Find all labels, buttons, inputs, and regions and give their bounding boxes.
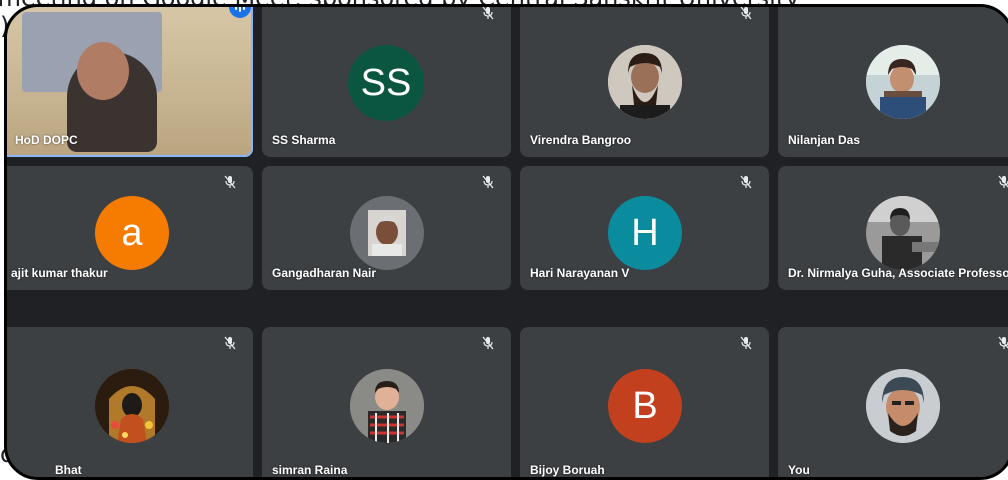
- avatar: [866, 196, 940, 270]
- participant-tile[interactable]: HoD DOPC: [7, 7, 253, 157]
- participant-tile[interactable]: B Bijoy Boruah: [520, 327, 769, 477]
- participant-name: Nilanjan Das: [788, 133, 861, 147]
- mic-off-icon: [739, 7, 753, 20]
- mic-off-icon: [739, 336, 753, 350]
- avatar: SS: [348, 45, 424, 121]
- avatar: [95, 369, 169, 443]
- participant-name: Hari Narayanan V: [530, 266, 630, 280]
- mic-off-icon: [739, 175, 753, 189]
- participant-tile[interactable]: H Hari Narayanan V: [520, 166, 769, 290]
- participant-name: Gangadharan Nair: [272, 266, 377, 280]
- mic-off-icon: [223, 175, 237, 189]
- participant-tile[interactable]: Nilanjan Das: [778, 7, 1008, 157]
- participant-name: Bijoy Boruah: [530, 463, 605, 477]
- participant-name: Virendra Bangroo: [530, 133, 632, 147]
- mic-off-icon: [481, 7, 495, 20]
- participant-name: simran Raina: [272, 463, 348, 477]
- participant-name: Dr. Nirmalya Guha, Associate Professor D…: [788, 266, 1008, 280]
- avatar: [350, 369, 424, 443]
- mic-off-icon: [997, 336, 1008, 350]
- mic-off-icon: [997, 175, 1008, 189]
- participant-tile[interactable]: simran Raina: [262, 327, 511, 477]
- participant-tile[interactable]: Gangadharan Nair: [262, 166, 511, 290]
- avatar: [608, 45, 682, 119]
- avatar: [350, 196, 424, 270]
- participant-tile[interactable]: SS SS Sharma: [262, 7, 511, 157]
- participant-name: Bhat: [55, 463, 82, 477]
- participant-name: SS Sharma: [272, 133, 336, 147]
- meet-grid: HoD DOPC SS SS Sharma Virendra Bangroo N…: [4, 4, 1008, 480]
- avatar: H: [608, 196, 682, 270]
- participant-tile[interactable]: a ajit kumar thakur: [7, 166, 253, 290]
- mic-off-icon: [481, 336, 495, 350]
- mic-off-icon: [223, 336, 237, 350]
- participant-name: HoD DOPC: [15, 133, 78, 147]
- mic-off-icon: [481, 175, 495, 189]
- participant-name: ajit kumar thakur: [11, 266, 108, 280]
- participant-tile[interactable]: Virendra Bangroo: [520, 7, 769, 157]
- avatar: a: [95, 196, 169, 270]
- participant-name: You: [788, 463, 810, 477]
- participant-tile[interactable]: You: [778, 327, 1008, 477]
- avatar: [866, 369, 940, 443]
- avatar: [866, 45, 940, 119]
- participant-tile[interactable]: Dr. Nirmalya Guha, Associate Professor D…: [778, 166, 1008, 290]
- avatar: B: [608, 369, 682, 443]
- participant-tile[interactable]: Bhat: [7, 327, 253, 477]
